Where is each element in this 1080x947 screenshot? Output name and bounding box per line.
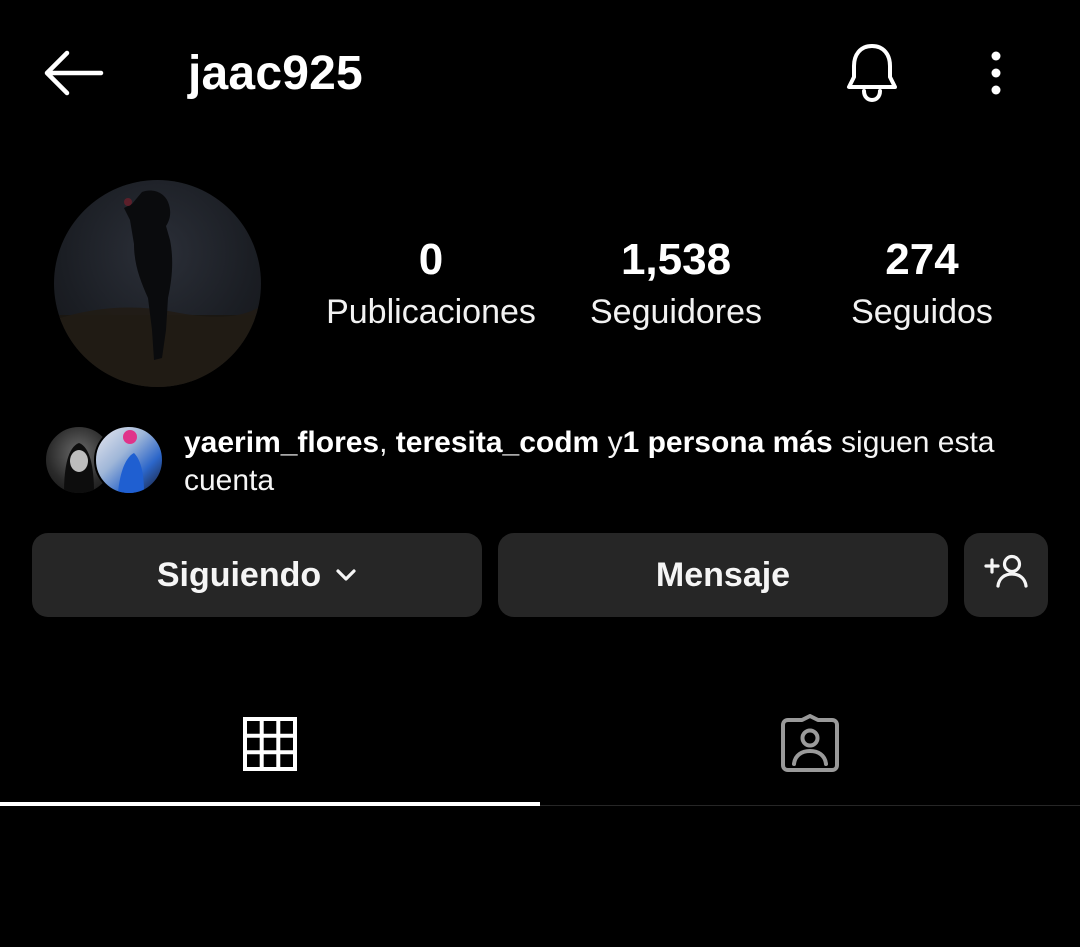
following-button[interactable]: Siguiendo	[32, 533, 482, 617]
profile-username: jaac925	[188, 47, 363, 100]
stat-posts: 0 Publicaciones	[311, 232, 551, 334]
notifications-button[interactable]	[836, 34, 908, 114]
mutual-others[interactable]: 1 persona más	[623, 426, 833, 459]
stat-following[interactable]: 274 Seguidos	[802, 232, 1042, 334]
followed-by-text[interactable]: yaerim_flores, teresita_codm y1 persona …	[184, 424, 1044, 500]
message-button[interactable]: Mensaje	[498, 533, 948, 617]
posts-count: 0	[418, 235, 444, 284]
suggested-users-button[interactable]	[964, 533, 1048, 617]
stat-followers[interactable]: 1,538 Seguidores	[556, 232, 796, 334]
bell-icon	[844, 41, 900, 108]
mutual-user-2[interactable]: teresita_codm	[396, 426, 599, 459]
tab-tagged[interactable]	[540, 690, 1080, 802]
back-button[interactable]	[30, 38, 118, 112]
following-button-label: Siguiendo	[156, 555, 322, 594]
tab-divider	[540, 805, 1080, 806]
followed-by-separator: ,	[379, 426, 396, 459]
mutual-user-1[interactable]: yaerim_flores	[184, 426, 379, 459]
profile-avatar[interactable]	[54, 180, 261, 387]
posts-label: Publicaciones	[326, 293, 536, 331]
arrow-left-icon	[43, 50, 105, 101]
tab-posts-grid[interactable]	[0, 690, 540, 802]
following-label: Seguidos	[851, 293, 993, 331]
followers-label: Seguidores	[589, 293, 762, 331]
followed-by-conjunction: y	[599, 426, 623, 459]
add-user-icon	[982, 553, 1030, 598]
grid-icon	[243, 716, 297, 776]
followers-count: 1,538	[620, 235, 732, 284]
tagged-person-icon	[780, 713, 840, 779]
more-options-button[interactable]	[964, 38, 1028, 112]
chevron-down-icon	[335, 568, 357, 582]
mutual-avatar-2[interactable]	[94, 425, 164, 495]
following-count: 274	[885, 235, 959, 284]
more-vertical-icon	[990, 51, 1002, 100]
active-tab-indicator	[0, 802, 540, 806]
message-button-label: Mensaje	[655, 555, 791, 594]
